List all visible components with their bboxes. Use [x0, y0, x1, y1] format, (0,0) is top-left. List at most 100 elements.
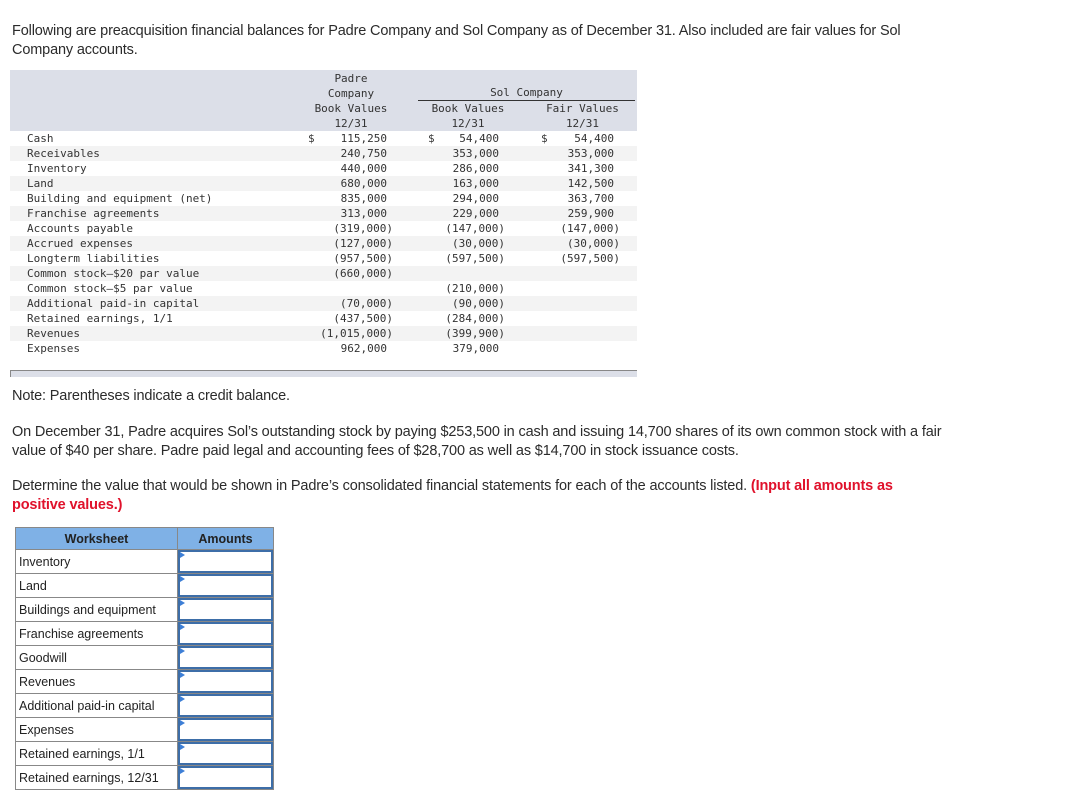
worksheet-row: Goodwill: [15, 645, 274, 670]
padre-book-value: (319,000): [333, 222, 393, 235]
balance-table-footer: [10, 370, 637, 377]
sol-fair-value: 363,700: [567, 192, 614, 205]
account-name: Building and equipment (net): [27, 192, 213, 205]
balance-row: Common stock—$5 par value (210,000): [10, 281, 637, 296]
header-line: 12/31: [451, 117, 485, 130]
worksheet-account-label: Retained earnings, 1/1: [15, 741, 178, 766]
sol-book-value: (284,000): [445, 312, 505, 325]
sol-book-value: 286,000: [452, 162, 499, 175]
header-sol-book-values: Book Values 12/31: [418, 101, 518, 131]
worksheet-row: Revenues: [15, 669, 274, 694]
amount-input[interactable]: [178, 670, 273, 693]
input-flag-icon: [180, 576, 185, 582]
sol-book-value: (399,900): [445, 327, 505, 340]
amount-input[interactable]: [178, 574, 273, 597]
padre-book-value: 835,000: [340, 192, 387, 205]
amount-cell: [177, 765, 274, 790]
input-flag-icon: [180, 744, 185, 750]
amount-cell: [177, 693, 274, 718]
amount-cell: [177, 549, 274, 574]
note-text: Note: Parentheses indicate a credit bala…: [12, 387, 290, 404]
worksheet-row: Additional paid-in capital: [15, 693, 274, 718]
header-sol-fair-values: Fair Values 12/31: [530, 101, 635, 131]
account-name: Accrued expenses: [27, 237, 133, 250]
amount-cell: [177, 573, 274, 598]
sol-book-value: 379,000: [452, 342, 499, 355]
padre-book-value: 680,000: [340, 177, 387, 190]
worksheet-row: Expenses: [15, 717, 274, 742]
amount-cell: [177, 669, 274, 694]
instruction-main: Determine the value that would be shown …: [12, 477, 748, 494]
amount-input[interactable]: [178, 622, 273, 645]
padre-book-value: (1,015,000): [320, 327, 393, 340]
worksheet-table: Worksheet Amounts Inventory Land Buildings…: [15, 527, 274, 790]
amount-input[interactable]: [178, 598, 273, 621]
padre-book-value: (660,000): [333, 267, 393, 280]
header-line: 12/31: [565, 117, 600, 130]
input-flag-icon: [180, 672, 185, 678]
balance-row: Revenues (1,015,000) (399,900): [10, 326, 637, 341]
header-line: Book Values: [431, 102, 505, 115]
sol-book-value: (597,500): [445, 252, 505, 265]
balance-row: Accrued expenses (127,000) (30,000) (30,000…: [10, 236, 637, 251]
sol-book-value: (90,000): [452, 297, 505, 310]
sol-fair-value: (147,000): [560, 222, 620, 235]
balance-row: Common stock—$20 par value (660,000): [10, 266, 637, 281]
worksheet-row: Buildings and equipment: [15, 597, 274, 622]
worksheet-row: Land: [15, 573, 274, 598]
account-name: Accounts payable: [27, 222, 133, 235]
input-flag-icon: [180, 720, 185, 726]
balance-table-header: Padre Company Book Values 12/31 Sol Comp…: [10, 70, 637, 131]
account-name: Additional paid-in capital: [27, 297, 200, 310]
sol-book-value: 54,400: [459, 132, 499, 145]
balance-table: Padre Company Book Values 12/31 Sol Comp…: [10, 70, 637, 377]
input-flag-icon: [180, 552, 185, 558]
sol-fair-value: 259,900: [567, 207, 614, 220]
worksheet-row: Franchise agreements: [15, 621, 274, 646]
sol-book-value: 229,000: [452, 207, 499, 220]
balance-row: Franchise agreements 313,000 229,000 259,90…: [10, 206, 637, 221]
input-flag-icon: [180, 696, 185, 702]
balance-row: Inventory 440,000 286,000 341,300: [10, 161, 637, 176]
padre-book-value: 440,000: [340, 162, 387, 175]
header-padre-book-values: Padre Company Book Values 12/31: [300, 71, 402, 131]
padre-book-value: (70,000): [340, 297, 393, 310]
balance-row: Receivables 240,750 353,000 353,000: [10, 146, 637, 161]
input-flag-icon: [180, 648, 185, 654]
sol-book-value: 163,000: [452, 177, 499, 190]
balance-row: Expenses 962,000 379,000: [10, 341, 637, 356]
sol-fair-value: 54,400: [574, 132, 614, 145]
account-name: Cash: [27, 132, 54, 145]
intro-text: Following are preacquisition financial b…: [12, 22, 901, 58]
sol-fair-value: 142,500: [567, 177, 614, 190]
balance-row: Longterm liabilities (957,500) (597,500) (5…: [10, 251, 637, 266]
balance-row: Retained earnings, 1/1 (437,500) (284,000): [10, 311, 637, 326]
header-sol-company: Sol Company: [418, 86, 635, 101]
sol-fair-value: (597,500): [560, 252, 620, 265]
padre-book-value: (437,500): [333, 312, 393, 325]
amount-input[interactable]: [178, 766, 273, 789]
padre-book-value: 962,000: [340, 342, 387, 355]
worksheet-body: Inventory Land Buildings and equipment Fran…: [15, 549, 274, 790]
amount-input[interactable]: [178, 718, 273, 741]
header-line: Padre: [334, 72, 368, 85]
sol-book-value: (147,000): [445, 222, 505, 235]
account-name: Expenses: [27, 342, 80, 355]
amount-input[interactable]: [178, 646, 273, 669]
amount-input[interactable]: [178, 694, 273, 717]
account-name: Receivables: [27, 147, 100, 160]
scenario-text: On December 31, Padre acquires Sol’s out…: [12, 423, 942, 459]
balance-row: Building and equipment (net) 835,000 294,0…: [10, 191, 637, 206]
balance-row: Land 680,000 163,000 142,500: [10, 176, 637, 191]
header-line: Book Values: [314, 102, 388, 115]
amount-cell: [177, 717, 274, 742]
account-name: Land: [27, 177, 54, 190]
header-line: Fair Values: [546, 102, 619, 115]
amount-cell: [177, 621, 274, 646]
amount-input[interactable]: [178, 550, 273, 573]
worksheet-account-label: Additional paid-in capital: [15, 693, 178, 718]
worksheet-account-label: Retained earnings, 12/31: [15, 765, 178, 790]
worksheet-account-label: Franchise agreements: [15, 621, 178, 646]
amount-input[interactable]: [178, 742, 273, 765]
account-name: Longterm liabilities: [27, 252, 160, 265]
